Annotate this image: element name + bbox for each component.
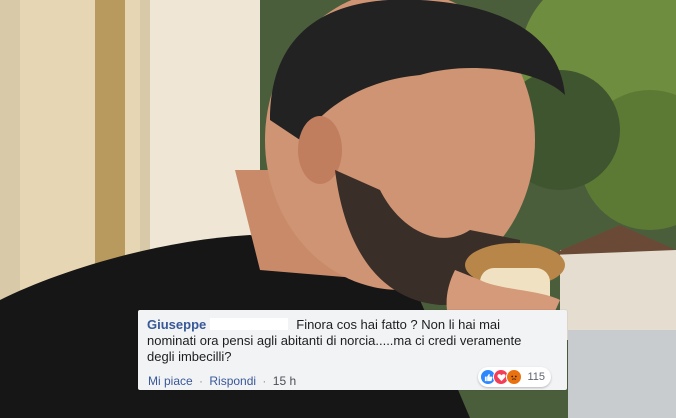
like-button[interactable]: Mi piace: [148, 374, 193, 388]
angry-icon: [506, 369, 523, 385]
reply-button[interactable]: Rispondi: [209, 374, 256, 388]
comment-actions: Mi piace · Rispondi · 15 h: [148, 374, 296, 388]
comment-author[interactable]: Giuseppe: [147, 317, 206, 332]
comment-card: Giuseppe Finora cos hai fatto ? Non li ha…: [138, 310, 567, 390]
redacted-name-block: [210, 318, 289, 330]
reaction-count: 115: [527, 371, 545, 383]
comment-body: Giuseppe Finora cos hai fatto ? Non li ha…: [147, 317, 551, 365]
comment-timestamp[interactable]: 15 h: [273, 374, 296, 388]
action-separator: ·: [199, 374, 204, 388]
action-separator: ·: [262, 374, 267, 388]
reactions-summary[interactable]: 115: [478, 367, 551, 387]
